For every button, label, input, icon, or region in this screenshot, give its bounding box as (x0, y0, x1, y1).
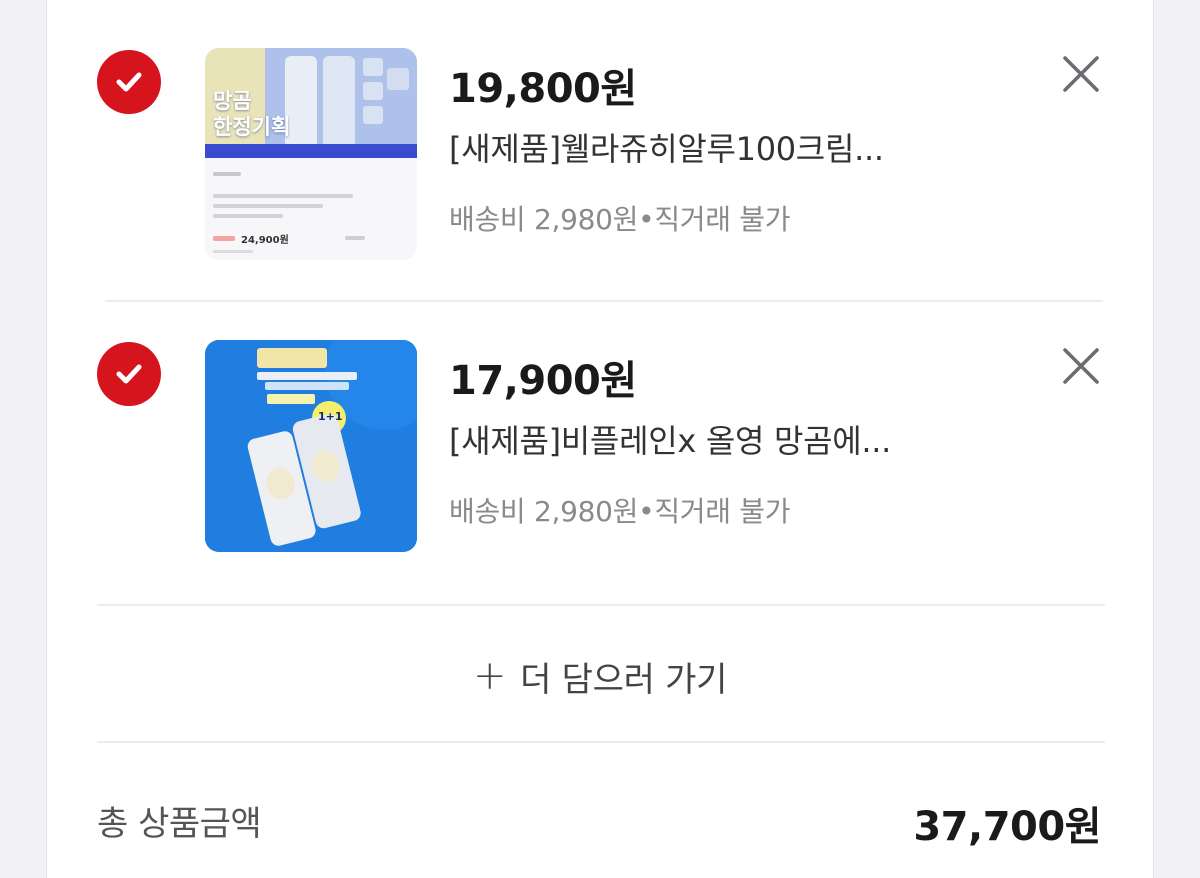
section-divider (97, 741, 1105, 743)
close-icon (1063, 56, 1099, 92)
select-checkbox[interactable] (97, 342, 161, 406)
item-title[interactable]: [새제품]웰라쥬히알루100크림... (449, 124, 884, 170)
cart-card: 망곰 한정기획 24,900원 19,800원 [새제품]웰라쥬히알루100크림… (46, 0, 1154, 878)
product-image (205, 340, 417, 552)
product-image (205, 48, 417, 260)
item-shipping-info: 배송비 2,980원•직거래 불가 (449, 203, 791, 236)
item-price: 19,800원 (449, 66, 637, 112)
remove-item-button[interactable] (1059, 52, 1103, 96)
select-checkbox[interactable] (97, 50, 161, 114)
cart-item: 망곰 한정기획 24,900원 19,800원 [새제품]웰라쥬히알루100크림… (47, 40, 1153, 280)
total-value: 37,700원 (913, 804, 1101, 850)
item-shipping-info: 배송비 2,980원•직거래 불가 (449, 495, 791, 528)
thumbnail-banner: 망곰 한정기획 (213, 88, 290, 140)
section-divider (97, 604, 1105, 606)
item-divider (105, 300, 1103, 302)
item-price: 17,900원 (449, 358, 637, 404)
product-thumbnail[interactable]: 1+1 (205, 340, 417, 552)
thumbnail-banner-line-2: 한정기획 (213, 115, 291, 139)
remove-item-button[interactable] (1059, 344, 1103, 388)
plus-icon: + (472, 653, 507, 699)
thumbnail-banner-line-1: 망곰 (213, 89, 252, 113)
thumbnail-price: 24,900원 (241, 235, 289, 246)
total-label: 총 상품금액 (97, 804, 262, 844)
product-thumbnail[interactable]: 망곰 한정기획 24,900원 (205, 48, 417, 260)
check-icon (116, 364, 142, 384)
add-more-label: 더 담으러 가기 (520, 659, 728, 700)
add-more-button[interactable]: + 더 담으러 가기 (47, 636, 1153, 716)
check-icon (116, 72, 142, 92)
thumbnail-badge: 1+1 (318, 410, 343, 423)
close-icon (1063, 348, 1099, 384)
item-title[interactable]: [새제품]비플레인x 올영 망곰에... (449, 416, 891, 462)
cart-item: 1+1 17,900원 [새제품]비플레인x 올영 망곰에... 배송비 2,9… (47, 332, 1153, 572)
